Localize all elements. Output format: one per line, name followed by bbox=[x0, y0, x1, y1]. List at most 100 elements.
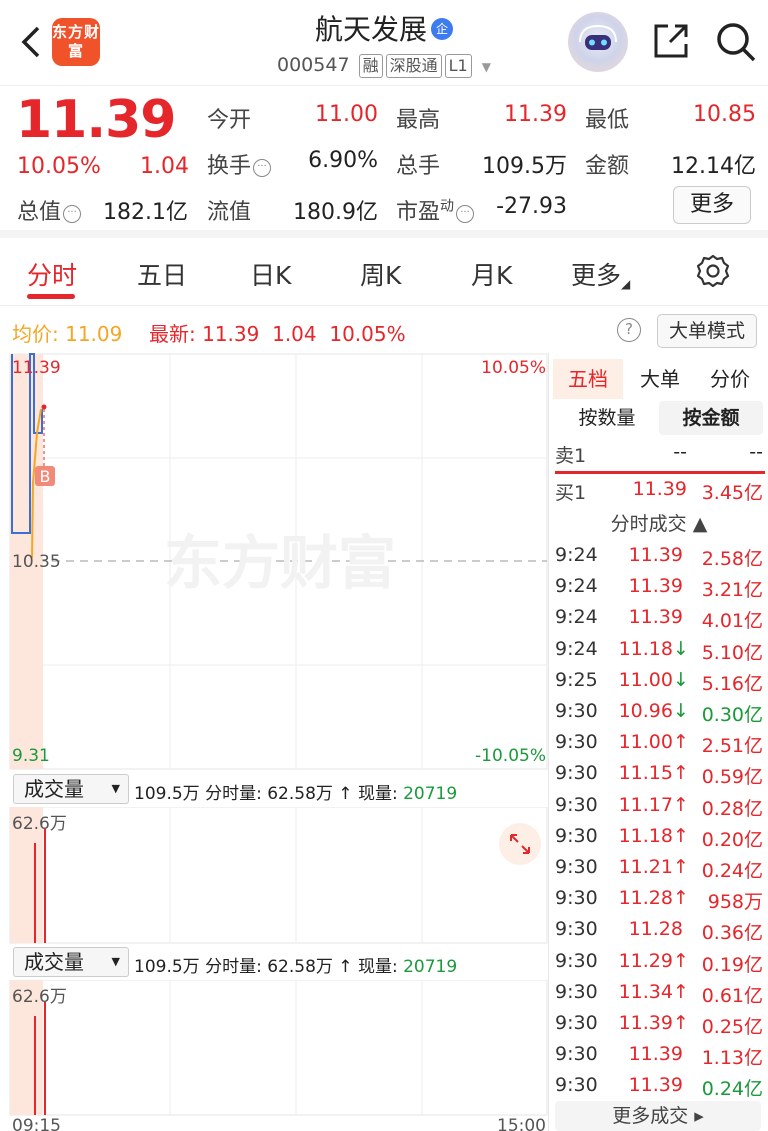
intraday-chart[interactable]: 东方财富 B 11.39 10.05% 10.35 9.31 -10.05% bbox=[0, 353, 548, 771]
expand-button-bg[interactable] bbox=[499, 823, 541, 865]
tab-intraday[interactable]: 分时 bbox=[27, 256, 77, 292]
float-value: 180.9亿 bbox=[293, 200, 378, 225]
trade-time: 9:30 bbox=[555, 856, 598, 878]
trades-header[interactable]: 分时成交 ▲ bbox=[549, 509, 768, 539]
sell-1-price: -- bbox=[673, 441, 687, 463]
latest-percent: 10.05% bbox=[329, 322, 406, 346]
tab-five-day[interactable]: 五日 bbox=[137, 256, 187, 292]
segment-by-quantity[interactable]: 按数量 bbox=[555, 401, 659, 435]
trade-row: 9:30 10.96 ↓ 0.30亿 bbox=[549, 700, 768, 731]
ai-assistant-icon[interactable] bbox=[568, 12, 628, 72]
order-book-panel: 五档 大单 分价 按数量 按金额 卖1 -- -- 买1 11.39 3.45亿… bbox=[548, 353, 768, 1131]
tab-daily-k[interactable]: 日K bbox=[250, 256, 291, 292]
trade-row: 9:30 11.39 1.13亿 bbox=[549, 1043, 768, 1074]
tab-more[interactable]: 更多◢ bbox=[571, 256, 630, 292]
tab-monthly-k[interactable]: 月K bbox=[471, 256, 512, 292]
trade-amount: 0.36亿 bbox=[701, 922, 763, 945]
trade-time: 9:30 bbox=[555, 949, 598, 972]
trade-direction-icon: ↑ bbox=[673, 1012, 689, 1034]
last-price: 11.39 bbox=[16, 90, 176, 150]
trade-time: 9:30 bbox=[555, 793, 598, 816]
help-icon[interactable]: ? bbox=[617, 318, 641, 342]
latest-value: 11.39 bbox=[202, 322, 260, 346]
trade-amount: 958万 bbox=[707, 891, 763, 914]
more-button[interactable]: 更多 bbox=[673, 186, 751, 224]
info-icon[interactable]: ··· bbox=[63, 205, 82, 223]
price-summary-bar: 均价: 11.09 最新: 11.39 1.04 10.05% ? 大单模式 bbox=[0, 307, 768, 353]
now-volume: 20719 bbox=[403, 957, 458, 977]
trade-price: 11.39 bbox=[628, 575, 683, 598]
corner-caret-icon: ◢ bbox=[621, 277, 631, 291]
tab-big-order[interactable]: 大单 bbox=[625, 359, 695, 399]
trade-amount: 5.10亿 bbox=[701, 641, 763, 664]
big-order-mode-button[interactable]: 大单模式 bbox=[657, 314, 757, 348]
trade-direction-icon: ↓ bbox=[673, 637, 689, 660]
trade-row: 9:30 11.39 ↑ 0.25亿 bbox=[549, 1012, 768, 1043]
volume-value: 109.5万 bbox=[482, 154, 567, 179]
trade-direction-icon: ↑ bbox=[673, 980, 689, 1003]
stock-code: 000547 bbox=[277, 54, 350, 76]
trade-amount: 0.59亿 bbox=[701, 766, 763, 789]
sell-1-label: 卖1 bbox=[555, 445, 587, 467]
volume-total: 109.5万 bbox=[134, 784, 200, 804]
segment-by-amount[interactable]: 按金额 bbox=[659, 401, 763, 435]
trade-direction-icon: ↑ bbox=[673, 887, 689, 910]
period-volume: 62.58万 bbox=[267, 957, 333, 977]
trade-amount: 0.20亿 bbox=[701, 828, 763, 851]
period-volume-label: 分时量: bbox=[205, 784, 262, 804]
share-icon[interactable] bbox=[650, 20, 692, 62]
trade-direction-icon: ↓ bbox=[673, 668, 689, 691]
trade-amount: 0.24亿 bbox=[701, 1078, 763, 1101]
trade-price: 11.39 bbox=[628, 544, 683, 566]
trade-direction-icon: ↓ bbox=[673, 700, 689, 722]
trade-price: 10.96 bbox=[618, 700, 673, 722]
trade-price: 11.29 bbox=[618, 949, 673, 972]
trade-amount: 3.21亿 bbox=[701, 579, 763, 602]
trade-row: 9:30 11.00 ↑ 2.51亿 bbox=[549, 731, 768, 762]
volume-indicator-select[interactable]: 成交量 ▼ bbox=[13, 774, 129, 804]
trade-row: 9:30 11.15 ↑ 0.59亿 bbox=[549, 762, 768, 793]
trade-amount: 2.51亿 bbox=[701, 735, 763, 758]
gear-icon[interactable] bbox=[694, 252, 732, 290]
sell-1-amount: -- bbox=[749, 441, 763, 463]
volume-chart-2[interactable]: 62.6万 09:15 15:00 bbox=[0, 979, 548, 1131]
chart-border bbox=[9, 979, 548, 1116]
trade-price: 11.39 bbox=[628, 606, 683, 629]
trade-time: 9:24 bbox=[555, 544, 598, 566]
chart-tabs: 分时 五日 日K 周K 月K 更多◢ bbox=[0, 238, 768, 306]
avg-price-group: 均价: 11.09 bbox=[12, 318, 122, 347]
trade-direction-icon: ↑ bbox=[673, 824, 689, 847]
volume-chart[interactable]: 62.6万 bbox=[0, 806, 548, 944]
trade-direction-icon: ↑ bbox=[673, 731, 689, 754]
buy-1-amount: 3.45亿 bbox=[701, 482, 763, 504]
info-icon[interactable]: ··· bbox=[456, 205, 475, 223]
trade-time: 9:24 bbox=[555, 606, 598, 629]
more-trades-button[interactable]: 更多成交 ▸ bbox=[555, 1101, 761, 1131]
float-label: 流值 bbox=[207, 200, 252, 225]
search-icon[interactable] bbox=[714, 20, 758, 64]
period-volume-label: 分时量: bbox=[205, 957, 262, 977]
volume-chart-2-svg: 62.6万 09:15 15:00 bbox=[9, 979, 548, 1131]
tab-price-dist[interactable]: 分价 bbox=[695, 359, 765, 399]
volume-select-label: 成交量 bbox=[24, 777, 84, 801]
trade-amount: 2.58亿 bbox=[701, 548, 763, 570]
dropdown-caret-icon[interactable]: ▼ bbox=[482, 60, 491, 74]
latest-label: 最新: bbox=[149, 322, 196, 346]
trade-price: 11.21 bbox=[618, 856, 673, 878]
info-icon[interactable]: ··· bbox=[253, 159, 272, 177]
trade-amount: 0.30亿 bbox=[701, 704, 763, 726]
volume-indicator-select[interactable]: 成交量 ▼ bbox=[13, 947, 129, 977]
time-start: 09:15 bbox=[12, 1116, 61, 1131]
up-arrow-icon: ↑ bbox=[338, 784, 353, 804]
trade-price: 11.28 bbox=[618, 887, 673, 910]
pe-label: 市盈 bbox=[396, 200, 441, 225]
chart-border bbox=[9, 806, 548, 944]
trade-price: 11.18 bbox=[618, 824, 673, 847]
trade-price: 11.39 bbox=[618, 1012, 673, 1034]
tab-weekly-k[interactable]: 周K bbox=[360, 256, 401, 292]
trade-row: 9:24 11.39 4.01亿 bbox=[549, 606, 768, 637]
buy-marker[interactable]: B bbox=[40, 467, 51, 486]
tab-five-level[interactable]: 五档 bbox=[553, 359, 623, 399]
avg-value: 11.09 bbox=[65, 322, 123, 346]
change-value: 1.04 bbox=[140, 154, 189, 179]
